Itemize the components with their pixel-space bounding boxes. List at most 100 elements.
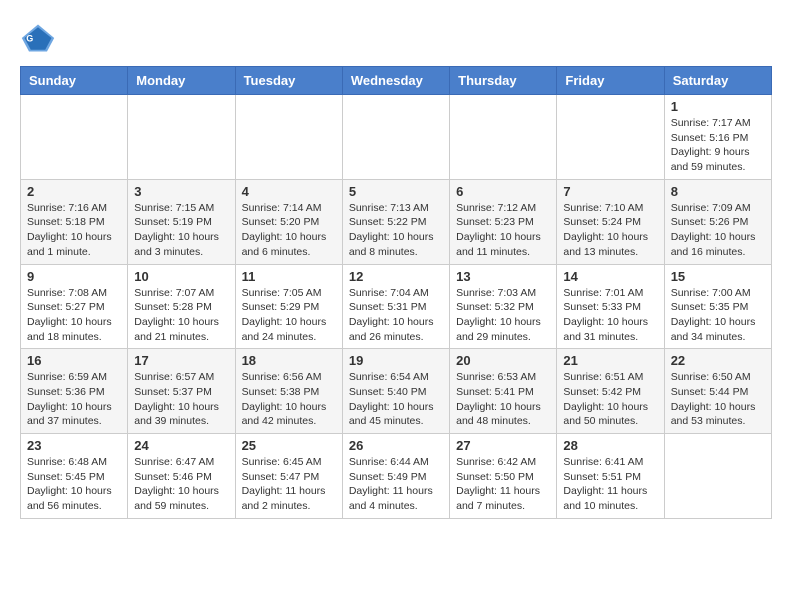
day-number: 26 (349, 438, 443, 453)
day-info: Sunrise: 7:12 AM Sunset: 5:23 PM Dayligh… (456, 201, 550, 260)
calendar-cell: 1 Sunrise: 7:17 AM Sunset: 5:16 PM Daylig… (664, 95, 771, 180)
day-info: Sunrise: 7:08 AM Sunset: 5:27 PM Dayligh… (27, 286, 121, 345)
calendar-cell: 2 Sunrise: 7:16 AM Sunset: 5:18 PM Daylig… (21, 179, 128, 264)
day-number: 13 (456, 269, 550, 284)
calendar-cell: 28 Sunrise: 6:41 AM Sunset: 5:51 PM Dayli… (557, 434, 664, 519)
calendar-cell (557, 95, 664, 180)
day-info: Sunrise: 6:57 AM Sunset: 5:37 PM Dayligh… (134, 370, 228, 429)
calendar-cell: 5 Sunrise: 7:13 AM Sunset: 5:22 PM Daylig… (342, 179, 449, 264)
day-number: 7 (563, 184, 657, 199)
calendar-cell: 14 Sunrise: 7:01 AM Sunset: 5:33 PM Dayli… (557, 264, 664, 349)
day-number: 18 (242, 353, 336, 368)
calendar-cell: 4 Sunrise: 7:14 AM Sunset: 5:20 PM Daylig… (235, 179, 342, 264)
day-info: Sunrise: 6:44 AM Sunset: 5:49 PM Dayligh… (349, 455, 443, 514)
day-number: 22 (671, 353, 765, 368)
calendar-cell: 22Sunrise: 6:50 AM Sunset: 5:44 PM Dayli… (664, 349, 771, 434)
day-info: Sunrise: 7:13 AM Sunset: 5:22 PM Dayligh… (349, 201, 443, 260)
week-row-1: 1 Sunrise: 7:17 AM Sunset: 5:16 PM Daylig… (21, 95, 772, 180)
day-number: 28 (563, 438, 657, 453)
weekday-header-tuesday: Tuesday (235, 67, 342, 95)
week-row-3: 9 Sunrise: 7:08 AM Sunset: 5:27 PM Daylig… (21, 264, 772, 349)
day-number: 6 (456, 184, 550, 199)
day-info: Sunrise: 7:15 AM Sunset: 5:19 PM Dayligh… (134, 201, 228, 260)
calendar-cell: 6 Sunrise: 7:12 AM Sunset: 5:23 PM Daylig… (450, 179, 557, 264)
calendar-cell: 21 Sunrise: 6:51 AM Sunset: 5:42 PM Dayli… (557, 349, 664, 434)
day-info: Sunrise: 6:45 AM Sunset: 5:47 PM Dayligh… (242, 455, 336, 514)
day-info: Sunrise: 7:04 AM Sunset: 5:31 PM Dayligh… (349, 286, 443, 345)
day-info: Sunrise: 7:01 AM Sunset: 5:33 PM Dayligh… (563, 286, 657, 345)
calendar-cell (342, 95, 449, 180)
day-info: Sunrise: 7:09 AM Sunset: 5:26 PM Dayligh… (671, 201, 765, 260)
week-row-5: 23 Sunrise: 6:48 AM Sunset: 5:45 PM Dayli… (21, 434, 772, 519)
weekday-header-sunday: Sunday (21, 67, 128, 95)
calendar-cell (21, 95, 128, 180)
calendar-cell: 12 Sunrise: 7:04 AM Sunset: 5:31 PM Dayli… (342, 264, 449, 349)
calendar-cell: 19 Sunrise: 6:54 AM Sunset: 5:40 PM Dayli… (342, 349, 449, 434)
weekday-header-monday: Monday (128, 67, 235, 95)
day-info: Sunrise: 6:48 AM Sunset: 5:45 PM Dayligh… (27, 455, 121, 514)
day-info: Sunrise: 6:56 AM Sunset: 5:38 PM Dayligh… (242, 370, 336, 429)
day-number: 16 (27, 353, 121, 368)
svg-text:G: G (26, 34, 33, 44)
weekday-header-thursday: Thursday (450, 67, 557, 95)
calendar-cell: 24 Sunrise: 6:47 AM Sunset: 5:46 PM Dayli… (128, 434, 235, 519)
calendar-cell: 27Sunrise: 6:42 AM Sunset: 5:50 PM Dayli… (450, 434, 557, 519)
calendar-cell: 3Sunrise: 7:15 AM Sunset: 5:19 PM Daylig… (128, 179, 235, 264)
day-number: 24 (134, 438, 228, 453)
day-number: 17 (134, 353, 228, 368)
calendar-cell: 7 Sunrise: 7:10 AM Sunset: 5:24 PM Daylig… (557, 179, 664, 264)
day-info: Sunrise: 7:16 AM Sunset: 5:18 PM Dayligh… (27, 201, 121, 260)
calendar-header: SundayMondayTuesdayWednesdayThursdayFrid… (21, 67, 772, 95)
calendar-cell (235, 95, 342, 180)
calendar-cell: 23 Sunrise: 6:48 AM Sunset: 5:45 PM Dayli… (21, 434, 128, 519)
day-number: 12 (349, 269, 443, 284)
calendar-cell: 15 Sunrise: 7:00 AM Sunset: 5:35 PM Dayli… (664, 264, 771, 349)
calendar-cell: 16Sunrise: 6:59 AM Sunset: 5:36 PM Dayli… (21, 349, 128, 434)
day-info: Sunrise: 7:07 AM Sunset: 5:28 PM Dayligh… (134, 286, 228, 345)
day-number: 21 (563, 353, 657, 368)
day-number: 15 (671, 269, 765, 284)
day-number: 20 (456, 353, 550, 368)
day-info: Sunrise: 7:10 AM Sunset: 5:24 PM Dayligh… (563, 201, 657, 260)
week-row-2: 2 Sunrise: 7:16 AM Sunset: 5:18 PM Daylig… (21, 179, 772, 264)
week-row-4: 16Sunrise: 6:59 AM Sunset: 5:36 PM Dayli… (21, 349, 772, 434)
day-info: Sunrise: 6:54 AM Sunset: 5:40 PM Dayligh… (349, 370, 443, 429)
day-info: Sunrise: 6:41 AM Sunset: 5:51 PM Dayligh… (563, 455, 657, 514)
day-number: 25 (242, 438, 336, 453)
day-info: Sunrise: 7:05 AM Sunset: 5:29 PM Dayligh… (242, 286, 336, 345)
day-number: 2 (27, 184, 121, 199)
day-info: Sunrise: 7:14 AM Sunset: 5:20 PM Dayligh… (242, 201, 336, 260)
calendar-cell: 25 Sunrise: 6:45 AM Sunset: 5:47 PM Dayli… (235, 434, 342, 519)
logo-icon: G (20, 20, 56, 56)
day-info: Sunrise: 6:51 AM Sunset: 5:42 PM Dayligh… (563, 370, 657, 429)
calendar-cell: 13 Sunrise: 7:03 AM Sunset: 5:32 PM Dayli… (450, 264, 557, 349)
day-number: 8 (671, 184, 765, 199)
day-info: Sunrise: 7:17 AM Sunset: 5:16 PM Dayligh… (671, 116, 765, 175)
weekday-header-friday: Friday (557, 67, 664, 95)
day-number: 9 (27, 269, 121, 284)
weekday-header-row: SundayMondayTuesdayWednesdayThursdayFrid… (21, 67, 772, 95)
day-number: 10 (134, 269, 228, 284)
calendar-cell (128, 95, 235, 180)
day-number: 23 (27, 438, 121, 453)
calendar-cell: 8 Sunrise: 7:09 AM Sunset: 5:26 PM Daylig… (664, 179, 771, 264)
day-info: Sunrise: 6:47 AM Sunset: 5:46 PM Dayligh… (134, 455, 228, 514)
calendar-cell: 26 Sunrise: 6:44 AM Sunset: 5:49 PM Dayli… (342, 434, 449, 519)
day-info: Sunrise: 6:42 AM Sunset: 5:50 PM Dayligh… (456, 455, 550, 514)
calendar-cell (450, 95, 557, 180)
day-number: 4 (242, 184, 336, 199)
calendar: SundayMondayTuesdayWednesdayThursdayFrid… (20, 66, 772, 519)
day-number: 11 (242, 269, 336, 284)
weekday-header-wednesday: Wednesday (342, 67, 449, 95)
day-number: 1 (671, 99, 765, 114)
day-number: 19 (349, 353, 443, 368)
calendar-body: 1 Sunrise: 7:17 AM Sunset: 5:16 PM Daylig… (21, 95, 772, 519)
day-info: Sunrise: 7:03 AM Sunset: 5:32 PM Dayligh… (456, 286, 550, 345)
calendar-cell: 9 Sunrise: 7:08 AM Sunset: 5:27 PM Daylig… (21, 264, 128, 349)
calendar-cell: 18 Sunrise: 6:56 AM Sunset: 5:38 PM Dayli… (235, 349, 342, 434)
day-number: 5 (349, 184, 443, 199)
day-info: Sunrise: 7:00 AM Sunset: 5:35 PM Dayligh… (671, 286, 765, 345)
day-number: 14 (563, 269, 657, 284)
weekday-header-saturday: Saturday (664, 67, 771, 95)
calendar-cell (664, 434, 771, 519)
